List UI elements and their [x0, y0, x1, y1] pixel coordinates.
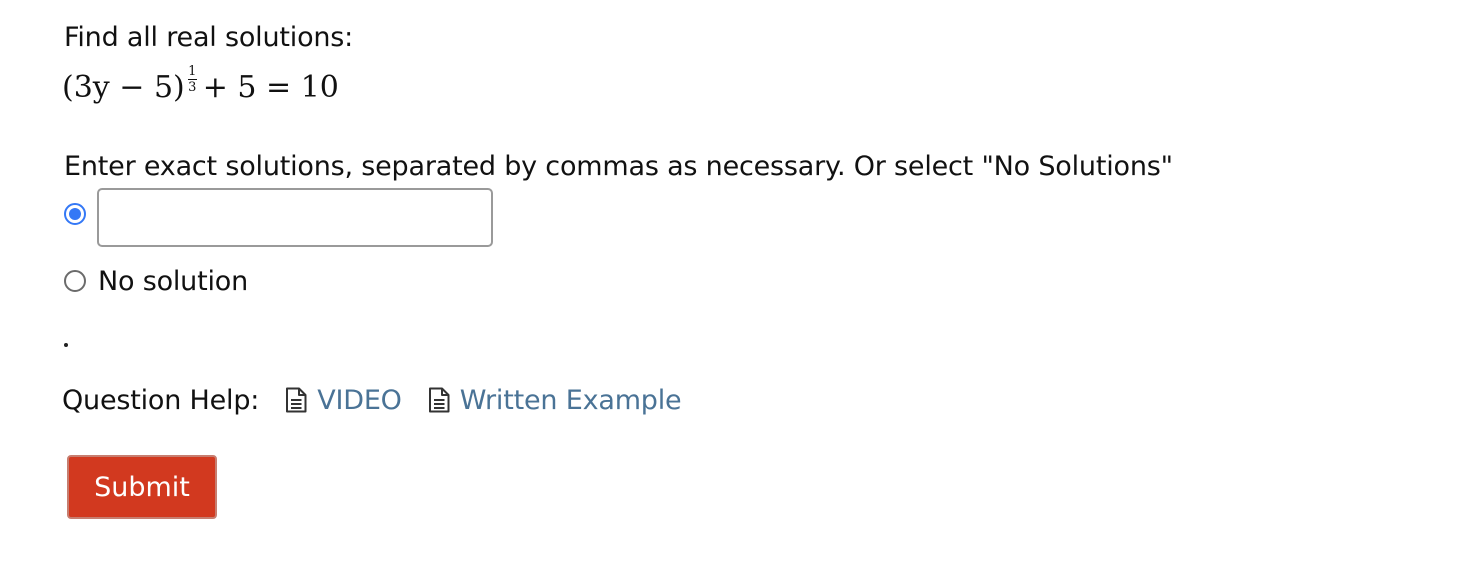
equation: (3y − 5) 1 3 + 5 = 10	[62, 62, 339, 110]
answer-input[interactable]	[97, 188, 493, 247]
document-icon	[286, 387, 307, 413]
equation-rest: + 5 = 10	[202, 70, 339, 105]
video-link[interactable]: VIDEO	[285, 385, 402, 416]
exponent-numerator: 1	[188, 64, 197, 79]
separator-dot	[64, 343, 68, 347]
document-icon	[428, 387, 450, 413]
question-help-label: Question Help:	[62, 384, 260, 416]
no-solution-radio[interactable]	[64, 270, 86, 292]
written-example-link-label: Written Example	[459, 384, 682, 416]
submit-button[interactable]: Submit	[67, 455, 217, 519]
answer-instructions: Enter exact solutions, separated by comm…	[64, 151, 1173, 182]
exponent-denominator: 3	[188, 80, 197, 95]
no-solution-label[interactable]: No solution	[98, 264, 248, 300]
question-prompt: Find all real solutions:	[64, 22, 354, 53]
answer-input-radio[interactable]	[64, 203, 86, 225]
question-help: Question Help: VIDEO Written Example	[62, 380, 707, 420]
written-example-link[interactable]: Written Example	[428, 385, 682, 416]
equation-base: (3y − 5)	[62, 70, 185, 105]
video-link-label: VIDEO	[317, 384, 402, 416]
question-page: Find all real solutions: (3y − 5) 1 3 + …	[0, 0, 1484, 582]
equation-exponent: 1 3	[187, 64, 197, 95]
